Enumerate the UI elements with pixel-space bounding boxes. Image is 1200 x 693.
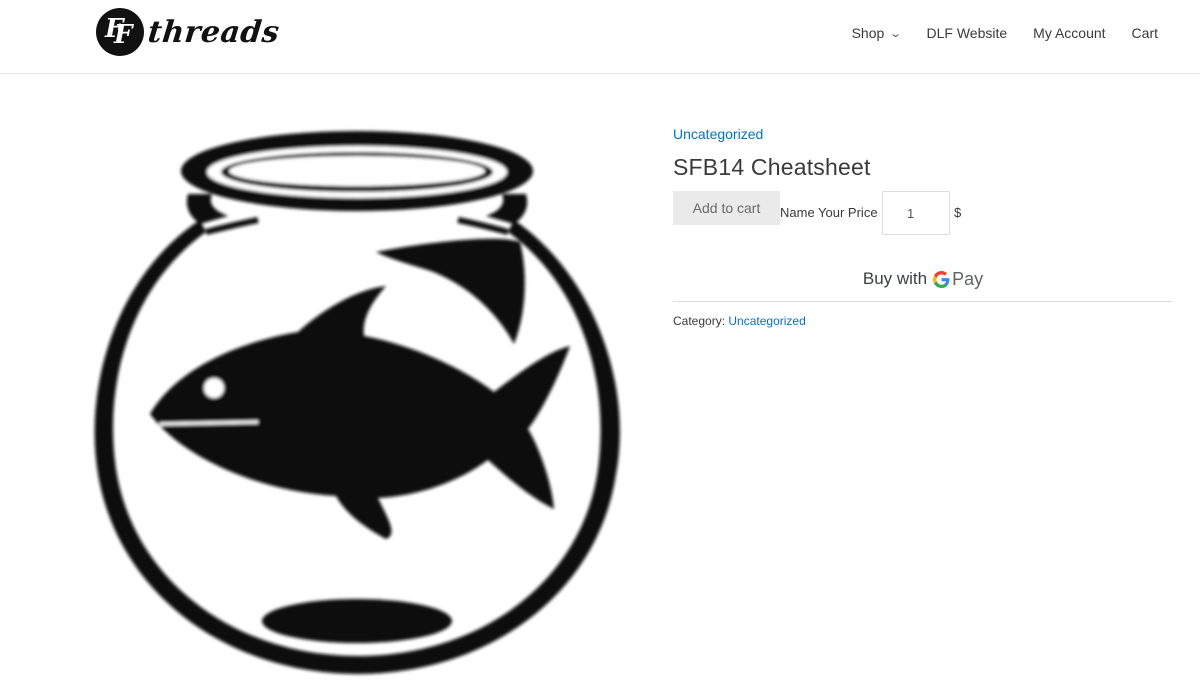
ff-logo-icon: FF <box>96 8 144 56</box>
name-your-price-label: Name Your Price <box>780 205 878 220</box>
chevron-down-icon: ⌄ <box>889 27 903 40</box>
price-input[interactable] <box>882 191 950 235</box>
google-g-icon <box>933 270 950 288</box>
cart-form: Add to cart Name Your Price $ <box>673 191 1173 237</box>
meta-category-label: Category: <box>673 314 726 328</box>
nav-item-dlf-website[interactable]: DLF Website <box>927 25 1008 41</box>
product-meta: Category: Uncategorized <box>673 314 1173 328</box>
currency-symbol: $ <box>954 205 962 220</box>
nav-item-cart[interactable]: Cart <box>1132 25 1158 41</box>
nav-item-my-account[interactable]: My Account <box>1033 25 1105 41</box>
gpay-brand: Pay <box>952 268 984 289</box>
category-link[interactable]: Uncategorized <box>673 126 1173 142</box>
main-nav: Shop ⌄ DLF Website My Account Cart <box>826 0 1158 66</box>
fishbowl-icon <box>94 131 620 674</box>
google-pay-button[interactable]: Buy with Pay <box>673 259 1173 299</box>
product-title: SFB14 Cheatsheet <box>673 154 871 180</box>
add-to-cart-button[interactable]: Add to cart <box>673 191 780 225</box>
gpay-prefix: Buy with <box>862 269 928 288</box>
product-summary: Uncategorized SFB14 Cheatsheet Add to ca… <box>673 126 1173 328</box>
nav-item-label: Shop <box>851 25 885 41</box>
nav-item-shop[interactable]: Shop ⌄ <box>851 25 903 41</box>
logo-text: threads <box>146 14 282 50</box>
site-header: FF threads Shop ⌄ DLF Website My Account… <box>0 0 1200 74</box>
site-logo[interactable]: FF threads <box>96 8 282 56</box>
divider <box>673 301 1172 302</box>
meta-category-link[interactable]: Uncategorized <box>728 314 805 328</box>
product-image[interactable] <box>88 124 628 680</box>
